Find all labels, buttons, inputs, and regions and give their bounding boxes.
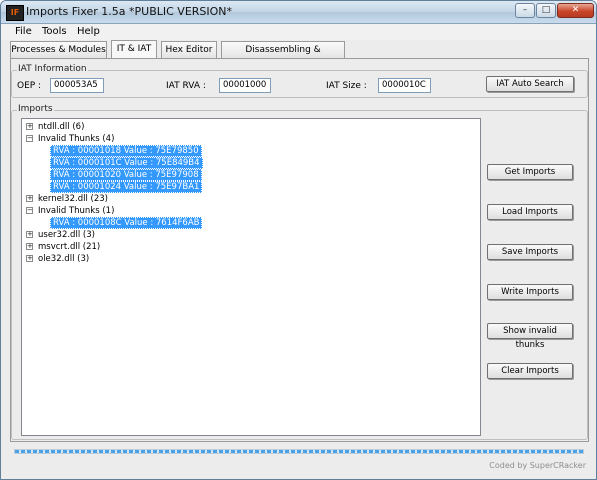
menu-file[interactable]: File	[15, 26, 32, 37]
tree-node-label[interactable]: ntdll.dll (6)	[38, 121, 84, 133]
write-imports-button[interactable]: Write Imports	[487, 284, 573, 300]
iat-information-legend: IAT Information	[17, 64, 88, 74]
tree-node-label[interactable]: kernel32.dll (23)	[38, 193, 108, 205]
tree-node-label[interactable]: msvcrt.dll (21)	[38, 241, 100, 253]
iat-size-field[interactable]: 0000010C	[378, 78, 431, 93]
app-window: IF Imports Fixer 1.5a *PUBLIC VERSION* –…	[0, 0, 597, 480]
expand-icon[interactable]: +	[26, 195, 33, 202]
title-bar[interactable]: IF Imports Fixer 1.5a *PUBLIC VERSION* –…	[1, 1, 596, 24]
close-button[interactable]: ✕	[557, 3, 594, 18]
tree-node-label[interactable]: RVA : 00001018 Value : 75E79850	[50, 145, 202, 157]
window-title: Imports Fixer 1.5a *PUBLIC VERSION*	[26, 5, 233, 18]
expand-icon[interactable]: +	[26, 255, 33, 262]
iat-size-label: IAT Size :	[326, 81, 367, 91]
expand-icon[interactable]: +	[26, 243, 33, 250]
tab-it-iat[interactable]: IT & IAT	[111, 40, 157, 59]
tab-processes-modules[interactable]: Processes & Modules	[10, 41, 107, 58]
iat-auto-search-button[interactable]: IAT Auto Search	[486, 76, 574, 92]
menu-tools[interactable]: Tools	[42, 26, 67, 37]
show-invalid-thunks-button[interactable]: Show invalid thunks	[487, 323, 573, 350]
tree-node-label[interactable]: RVA : 00001024 Value : 75E97BA1	[50, 181, 203, 193]
imports-legend: Imports	[17, 104, 54, 114]
oep-label: OEP :	[17, 81, 42, 91]
expand-icon[interactable]: +	[26, 123, 33, 130]
get-imports-button[interactable]: Get Imports	[487, 164, 573, 180]
tree-node-label[interactable]: RVA : 00001020 Value : 75E97908	[50, 169, 202, 181]
menu-bar: File Tools Help	[1, 24, 596, 40]
tree-node-label[interactable]: user32.dll (3)	[38, 229, 95, 241]
tree-node-label[interactable]: RVA : 0000101C Value : 75E849B4	[50, 157, 203, 169]
save-imports-button[interactable]: Save Imports	[487, 244, 573, 260]
tree-node-label[interactable]: Invalid Thunks (4)	[38, 133, 114, 145]
load-imports-button[interactable]: Load Imports	[487, 204, 573, 220]
tree-node-label[interactable]: Invalid Thunks (1)	[38, 205, 114, 217]
iat-rva-field[interactable]: 00001000	[219, 78, 271, 93]
clear-imports-button[interactable]: Clear Imports	[487, 363, 573, 379]
tree-node-label[interactable]: RVA : 0000108C Value : 7614F6AB	[50, 217, 203, 229]
progress-bar	[14, 449, 584, 454]
tab-hex-editor[interactable]: Hex Editor	[161, 41, 217, 58]
tree-node-label[interactable]: ole32.dll (3)	[38, 253, 89, 265]
tab-panel-it-iat: IAT Information OEP : 000053A5 IAT RVA :…	[10, 58, 589, 442]
collapse-icon[interactable]: −	[26, 207, 33, 214]
minimize-button[interactable]: –	[515, 3, 535, 18]
menu-help[interactable]: Help	[77, 26, 100, 37]
maximize-button[interactable]: □	[536, 3, 556, 18]
app-icon: IF	[6, 5, 24, 21]
imports-tree[interactable]: + ntdll.dll (6) − Invalid Thunks (4) RVA…	[21, 118, 481, 436]
status-credit: Coded by SuperCRacker	[489, 461, 586, 470]
iat-rva-label: IAT RVA :	[166, 81, 206, 91]
collapse-icon[interactable]: −	[26, 135, 33, 142]
expand-icon[interactable]: +	[26, 231, 33, 238]
tab-disassembling-debugging[interactable]: Disassembling & Debugging	[221, 41, 345, 71]
oep-field[interactable]: 000053A5	[50, 78, 104, 93]
